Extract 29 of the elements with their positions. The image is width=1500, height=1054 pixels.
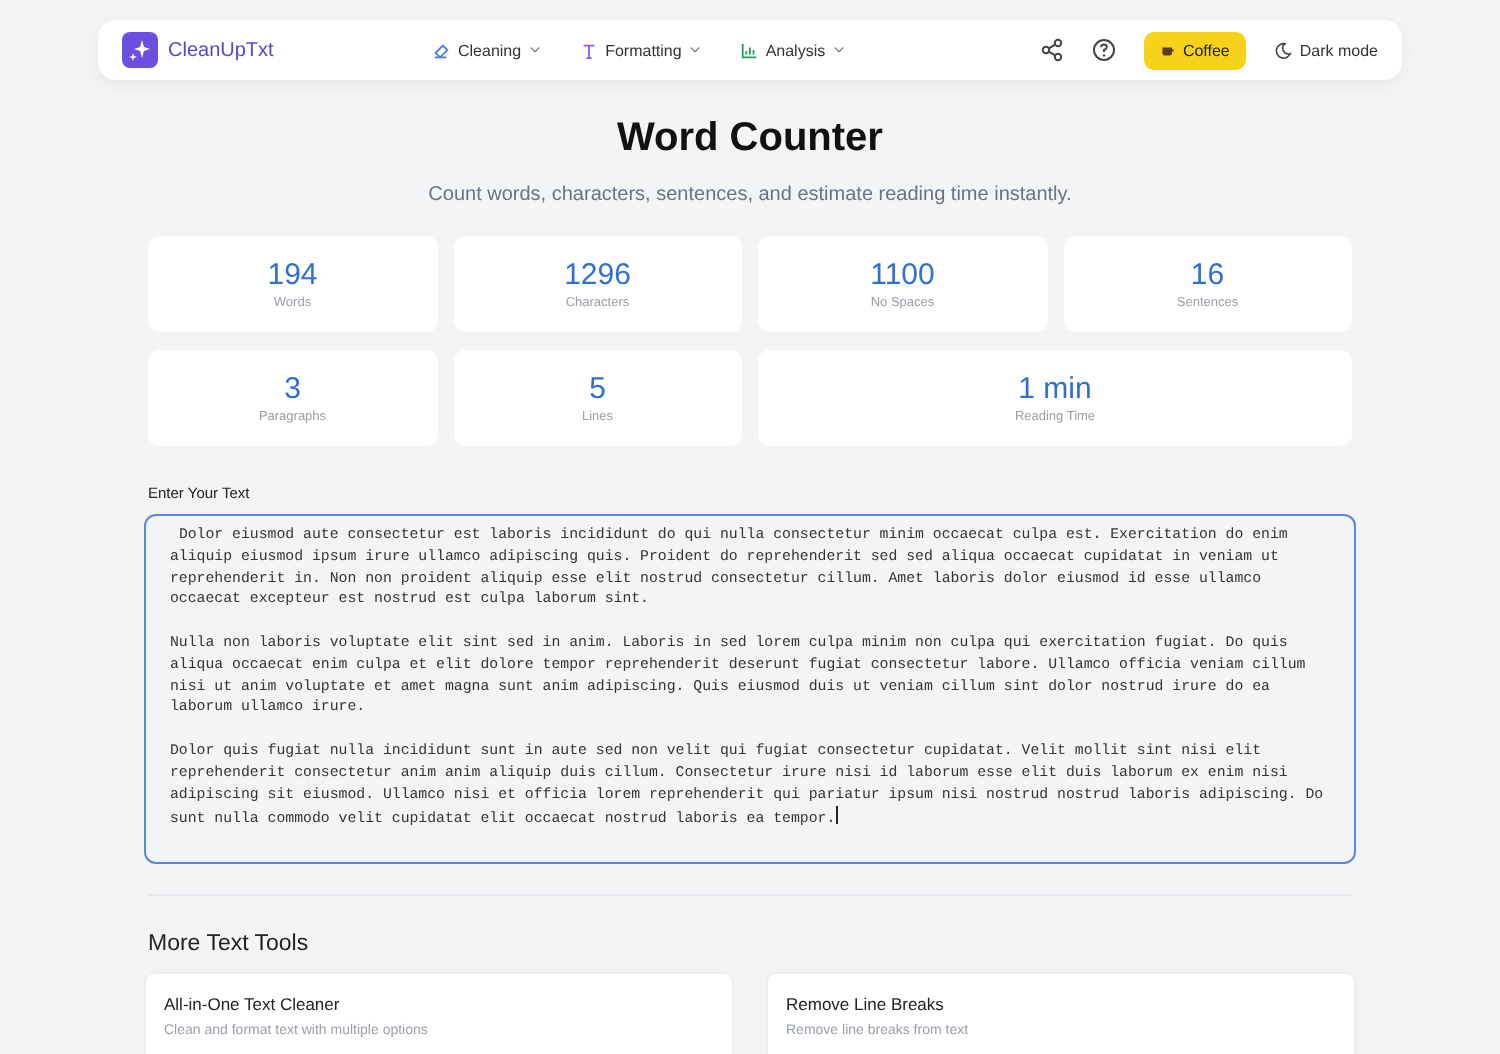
text-format-icon: [579, 41, 598, 59]
page-title: Word Counter: [615, 116, 885, 162]
stat-value: 1296: [564, 258, 631, 292]
stat-value: 16: [1190, 258, 1225, 292]
tool-title: All-in-One Text Cleaner: [164, 994, 342, 1014]
stat-value: 3: [284, 372, 301, 406]
section-heading: More Text Tools: [148, 932, 311, 956]
moon-icon: [1273, 41, 1292, 59]
nav-menu-button[interactable]: Analysis: [739, 41, 844, 59]
chevron-down-icon: [833, 46, 844, 54]
logo-text[interactable]: CleanUpTxt: [168, 39, 274, 61]
tool-title: Remove Line Breaks: [786, 994, 946, 1014]
nav-menu-button[interactable]: Formatting: [579, 41, 700, 59]
share-icon[interactable]: [1040, 38, 1065, 62]
stat-value: 194: [267, 258, 318, 292]
sparkle-logo-icon: [122, 32, 158, 68]
eraser-icon: [432, 41, 450, 59]
coffee-button[interactable]: Coffee: [1144, 31, 1246, 69]
bar-chart-icon: [739, 41, 758, 59]
chevron-down-icon: [529, 46, 540, 54]
nav-menu-button[interactable]: Cleaning: [432, 41, 540, 59]
stat-value: 1100: [870, 258, 935, 292]
dark-mode-button[interactable]: Dark mode: [1273, 41, 1378, 59]
stat-value: 1 min: [1018, 372, 1092, 406]
page-subtitle: Count words, characters, sentences, and estimate reading time instantly.: [426, 184, 1074, 206]
help-icon[interactable]: [1092, 38, 1117, 62]
coffee-cup-icon: [1160, 42, 1177, 58]
chevron-down-icon: [689, 46, 700, 54]
stat-value: 5: [589, 372, 606, 406]
